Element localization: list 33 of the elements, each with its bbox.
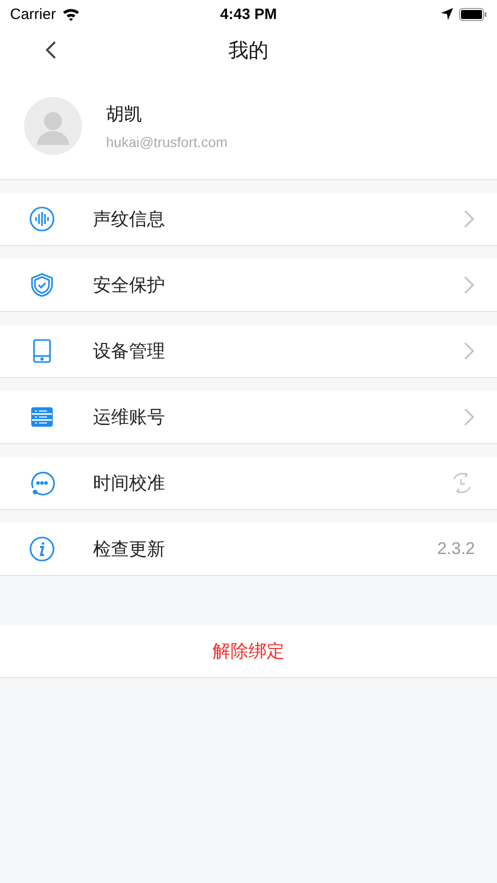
- unbind-button[interactable]: 解除绑定: [0, 625, 497, 678]
- shield-icon: [29, 272, 55, 298]
- voiceprint-icon: [29, 206, 55, 232]
- wifi-icon: [62, 7, 80, 21]
- menu-label: 运维账号: [93, 406, 166, 429]
- user-email: hukai@trusfort.com: [106, 134, 228, 150]
- menu-label: 设备管理: [93, 340, 166, 363]
- carrier-text: Carrier: [10, 6, 56, 22]
- menu-row[interactable]: 时间校准: [0, 457, 497, 510]
- menu-label: 安全保护: [93, 274, 166, 297]
- menu-label: 时间校准: [93, 472, 166, 495]
- clock-text: 4:43 PM: [220, 6, 277, 22]
- menu-row[interactable]: 安全保护: [0, 259, 497, 312]
- battery-icon: [458, 8, 487, 20]
- page-title: 我的: [228, 36, 268, 64]
- avatar-icon: [24, 96, 82, 154]
- location-arrow-icon: [440, 8, 453, 20]
- chevron-right-icon: [463, 407, 475, 427]
- back-icon[interactable]: [45, 40, 57, 60]
- version-text: 2.3.2: [437, 539, 475, 559]
- server-icon: [29, 404, 55, 430]
- chevron-right-icon: [463, 209, 475, 229]
- chevron-right-icon: [463, 275, 475, 295]
- info-icon: [29, 536, 55, 562]
- chevron-right-icon: [463, 341, 475, 361]
- menu-row[interactable]: 声纹信息: [0, 193, 497, 246]
- menu-label: 检查更新: [93, 538, 166, 561]
- user-name: 胡凯: [106, 102, 143, 126]
- menu-row[interactable]: 检查更新 2.3.2: [0, 523, 497, 576]
- menu-row[interactable]: 运维账号: [0, 391, 497, 444]
- menu-label: 声纹信息: [93, 208, 166, 231]
- chat-icon: [29, 470, 55, 496]
- menu-row[interactable]: 设备管理: [0, 325, 497, 378]
